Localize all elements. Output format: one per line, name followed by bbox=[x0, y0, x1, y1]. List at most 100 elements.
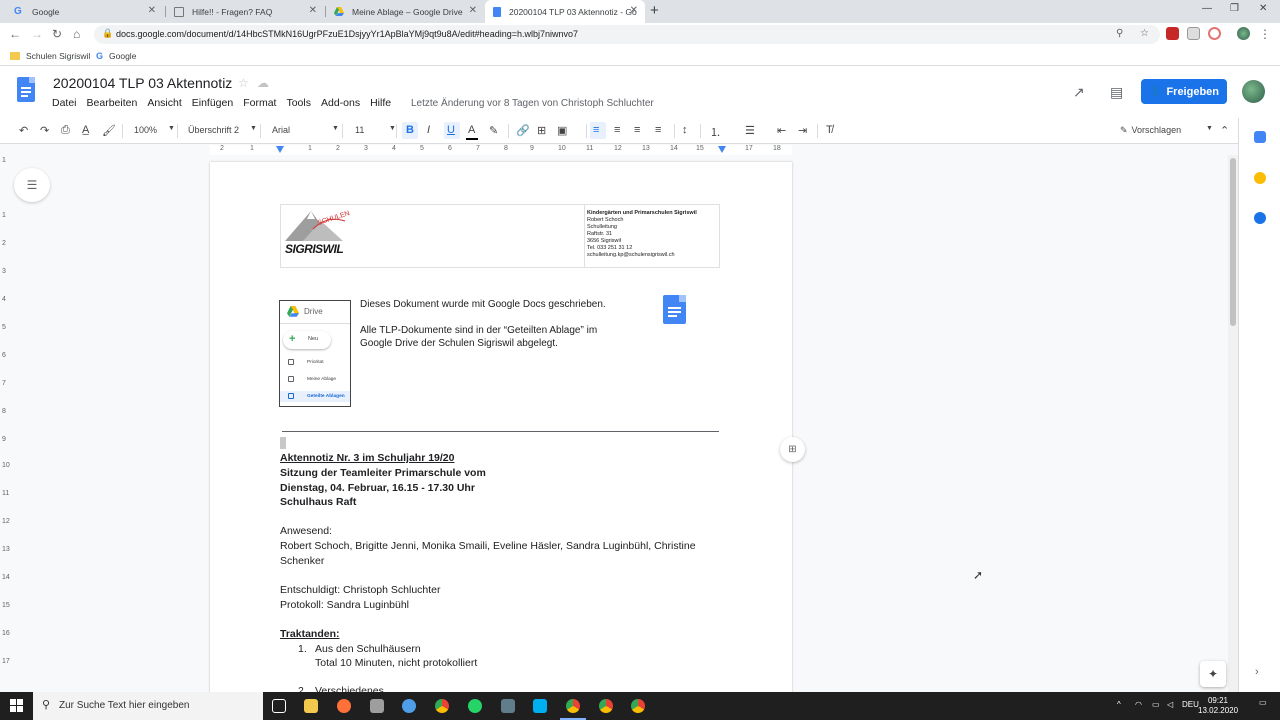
forward-arrow-icon[interactable]: → bbox=[31, 27, 43, 41]
scrollbar-thumb[interactable] bbox=[1230, 158, 1236, 326]
underline-icon[interactable]: U bbox=[447, 124, 455, 136]
insert-image-icon[interactable]: ▣ bbox=[557, 124, 567, 137]
browser-tab-google[interactable]: G Google ✕ bbox=[6, 0, 163, 23]
menu-help[interactable]: Hilfe bbox=[370, 97, 391, 109]
clear-formatting-icon[interactable]: T̸ bbox=[826, 124, 833, 136]
bookmark-schulen[interactable]: Schulen Sigriswil bbox=[10, 51, 90, 61]
app-icon[interactable] bbox=[370, 699, 384, 713]
close-icon[interactable]: ✕ bbox=[309, 5, 317, 16]
menu-addons[interactable]: Add-ons bbox=[321, 97, 360, 109]
align-left-icon[interactable]: ≡ bbox=[593, 124, 599, 136]
browser-tab-drive[interactable]: Meine Ablage – Google Drive ✕ bbox=[326, 0, 484, 23]
spellcheck-icon[interactable]: A̲ bbox=[82, 124, 89, 136]
align-justify-icon[interactable]: ≡ bbox=[655, 124, 661, 136]
taskbar-clock[interactable]: 09:21 13.02.2020 bbox=[1198, 696, 1238, 716]
print-icon[interactable]: ⎙ bbox=[61, 124, 70, 137]
font-size-select[interactable]: 11 ▼ bbox=[355, 125, 396, 135]
wifi-icon[interactable]: ◠ bbox=[1135, 700, 1142, 709]
right-indent-marker-icon[interactable] bbox=[718, 146, 726, 153]
add-comment-button[interactable]: ⊞ bbox=[780, 437, 805, 462]
font-select[interactable]: Arial ▼ bbox=[272, 125, 339, 135]
bulleted-list-icon[interactable]: ☰ bbox=[745, 124, 755, 137]
network-icon[interactable]: ▭ bbox=[1152, 700, 1160, 709]
extension-icon[interactable] bbox=[1187, 27, 1200, 40]
address-bar[interactable]: 🔒 docs.google.com/document/d/14HbcSTMkN1… bbox=[94, 25, 1160, 44]
share-button[interactable]: 👤 Freigeben bbox=[1141, 79, 1227, 104]
menu-view[interactable]: Ansicht bbox=[147, 97, 181, 109]
docs-home-icon[interactable] bbox=[17, 77, 35, 102]
minimize-button[interactable]: — bbox=[1202, 3, 1212, 14]
reload-icon[interactable]: ↻ bbox=[52, 27, 62, 41]
menu-format[interactable]: Format bbox=[243, 97, 276, 109]
language-indicator[interactable]: DEU bbox=[1182, 700, 1199, 709]
close-icon[interactable]: ✕ bbox=[630, 5, 638, 16]
menu-tools[interactable]: Tools bbox=[286, 97, 311, 109]
calendar-icon[interactable] bbox=[1254, 131, 1266, 143]
collapse-menu-icon[interactable]: ⌃ bbox=[1220, 124, 1229, 137]
vertical-ruler[interactable]: 1 1 2 3 4 5 6 7 8 9 10 11 12 13 14 15 16… bbox=[0, 155, 10, 692]
tray-chevron-icon[interactable]: ^ bbox=[1117, 700, 1121, 709]
menu-edit[interactable]: Bearbeiten bbox=[87, 97, 138, 109]
indent-marker-icon[interactable] bbox=[276, 146, 284, 153]
close-icon[interactable]: ✕ bbox=[469, 5, 477, 16]
chrome-icon[interactable] bbox=[435, 699, 449, 713]
star-icon[interactable]: ☆ bbox=[238, 76, 249, 90]
maximize-button[interactable]: ❐ bbox=[1230, 3, 1239, 14]
app-icon[interactable] bbox=[402, 699, 416, 713]
cloud-status-icon[interactable]: ☁ bbox=[257, 76, 269, 90]
zoom-icon[interactable]: ⚲ bbox=[1116, 28, 1123, 39]
taskbar-search[interactable]: ⚲ Zur Suche Text hier eingeben bbox=[33, 692, 263, 720]
link-icon[interactable]: 🔗 bbox=[516, 124, 530, 137]
zoom-select[interactable]: 100% ▼ bbox=[134, 125, 175, 135]
windows-start-button[interactable] bbox=[10, 699, 23, 712]
drive-screenshot-image[interactable]: Drive + Neu Prioritat Meine Ablage Geteil… bbox=[279, 300, 351, 407]
horizontal-ruler[interactable]: 2 1 1 2 3 4 5 6 7 8 9 10 11 12 13 14 15 … bbox=[210, 145, 792, 155]
window-close-button[interactable]: ✕ bbox=[1259, 3, 1267, 14]
line-spacing-icon[interactable]: ↕ bbox=[682, 124, 688, 136]
bold-icon[interactable]: B bbox=[406, 124, 414, 136]
browser-tab-faq[interactable]: Hilfe!! - Fragen? FAQ ✕ bbox=[166, 0, 324, 23]
insert-comment-icon[interactable]: ⊞ bbox=[537, 124, 546, 137]
profile-avatar[interactable] bbox=[1237, 27, 1250, 40]
style-select[interactable]: Überschrift 2 ▼ bbox=[188, 125, 257, 135]
paint-format-icon[interactable]: 🖌 bbox=[102, 124, 116, 137]
highlight-icon[interactable]: ✎ bbox=[489, 124, 498, 137]
extension-icon[interactable] bbox=[1166, 27, 1179, 40]
volume-icon[interactable]: ◁ bbox=[1167, 700, 1173, 709]
menu-insert[interactable]: Einfügen bbox=[192, 97, 233, 109]
home-icon[interactable]: ⌂ bbox=[73, 27, 80, 41]
firefox-icon[interactable] bbox=[337, 699, 351, 713]
activity-trend-icon[interactable]: ↗ bbox=[1073, 84, 1085, 101]
align-center-icon[interactable]: ≡ bbox=[614, 124, 620, 136]
chevron-right-icon[interactable]: › bbox=[1255, 666, 1259, 678]
browser-tab-doc[interactable]: 20200104 TLP 03 Aktennotiz - Go ✕ bbox=[485, 0, 645, 23]
italic-icon[interactable]: I bbox=[427, 124, 430, 136]
extension-icon[interactable] bbox=[1208, 27, 1221, 40]
decrease-indent-icon[interactable]: ⇤ bbox=[777, 124, 786, 137]
notifications-icon[interactable]: ▭ bbox=[1259, 698, 1267, 707]
back-arrow-icon[interactable]: ← bbox=[9, 27, 21, 41]
school-logo[interactable]: SCHULEN SIGRISWIL bbox=[283, 207, 351, 257]
comments-icon[interactable]: ▤ bbox=[1110, 84, 1123, 101]
undo-icon[interactable]: ↶ bbox=[19, 124, 28, 137]
tasks-icon[interactable] bbox=[1254, 212, 1266, 224]
app-icon[interactable] bbox=[501, 699, 515, 713]
chrome-icon[interactable] bbox=[631, 699, 645, 713]
account-avatar[interactable] bbox=[1242, 80, 1265, 103]
text-color-icon[interactable]: A bbox=[466, 124, 478, 140]
redo-icon[interactable]: ↷ bbox=[40, 124, 49, 137]
file-explorer-icon[interactable] bbox=[304, 699, 318, 713]
align-right-icon[interactable]: ≡ bbox=[634, 124, 640, 136]
chrome-icon[interactable] bbox=[599, 699, 613, 713]
new-tab-button[interactable]: + bbox=[650, 2, 659, 19]
document-outline-button[interactable]: ☰ bbox=[14, 168, 50, 202]
last-edit-link[interactable]: Letzte Änderung vor 8 Tagen von Christop… bbox=[411, 98, 654, 109]
skype-icon[interactable] bbox=[533, 699, 547, 713]
numbered-list-icon[interactable]: ⒈ bbox=[710, 124, 721, 140]
explore-button[interactable]: ✦ bbox=[1200, 661, 1226, 687]
increase-indent-icon[interactable]: ⇥ bbox=[798, 124, 807, 137]
more-vertical-icon[interactable]: ⋮ bbox=[1259, 27, 1271, 41]
mode-select[interactable]: ✎ Vorschlagen ▼ bbox=[1120, 125, 1213, 136]
close-icon[interactable]: ✕ bbox=[148, 5, 156, 16]
chrome-icon[interactable] bbox=[566, 699, 580, 713]
